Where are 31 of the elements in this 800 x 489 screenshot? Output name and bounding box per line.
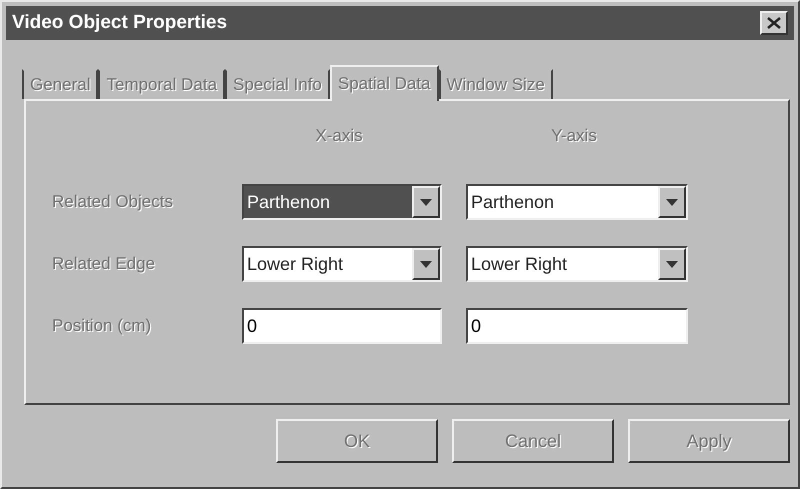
combo-value: Parthenon	[244, 186, 412, 218]
field-label: Related Edge	[52, 254, 156, 274]
dialog-button[interactable]: Apply	[628, 419, 790, 463]
text-field[interactable]: 0	[242, 308, 442, 344]
tab[interactable]: Temporal Data	[98, 69, 226, 99]
combo-box[interactable]: Parthenon	[242, 184, 442, 220]
combo-box[interactable]: Lower Right	[242, 246, 442, 282]
field-label: Related Objects	[52, 192, 174, 212]
tab[interactable]: Special Info	[225, 69, 330, 99]
tab[interactable]: Window Size	[438, 69, 553, 99]
close-icon	[767, 17, 781, 29]
tab[interactable]: General	[22, 69, 98, 99]
close-button[interactable]	[760, 11, 788, 35]
dialog-button[interactable]: OK	[276, 419, 438, 463]
dropdown-button[interactable]	[658, 186, 686, 218]
column-heading: Y-axis	[551, 126, 597, 146]
dialog-button[interactable]: Cancel	[452, 419, 614, 463]
caret-icon	[420, 260, 432, 268]
text-field[interactable]: 0	[466, 308, 688, 344]
combo-box[interactable]: Parthenon	[466, 184, 688, 220]
caret-icon	[666, 198, 678, 206]
window-title: Video Object Properties	[12, 12, 228, 34]
field-label: Position (cm)	[52, 316, 152, 336]
column-heading: X-axis	[315, 126, 363, 146]
caret-icon	[420, 198, 432, 206]
dropdown-button[interactable]	[658, 248, 686, 280]
combo-box[interactable]: Lower Right	[466, 246, 688, 282]
dropdown-button[interactable]	[412, 248, 440, 280]
caret-icon	[666, 260, 678, 268]
dropdown-button[interactable]	[412, 186, 440, 218]
tab[interactable]: Spatial Data	[330, 65, 439, 101]
